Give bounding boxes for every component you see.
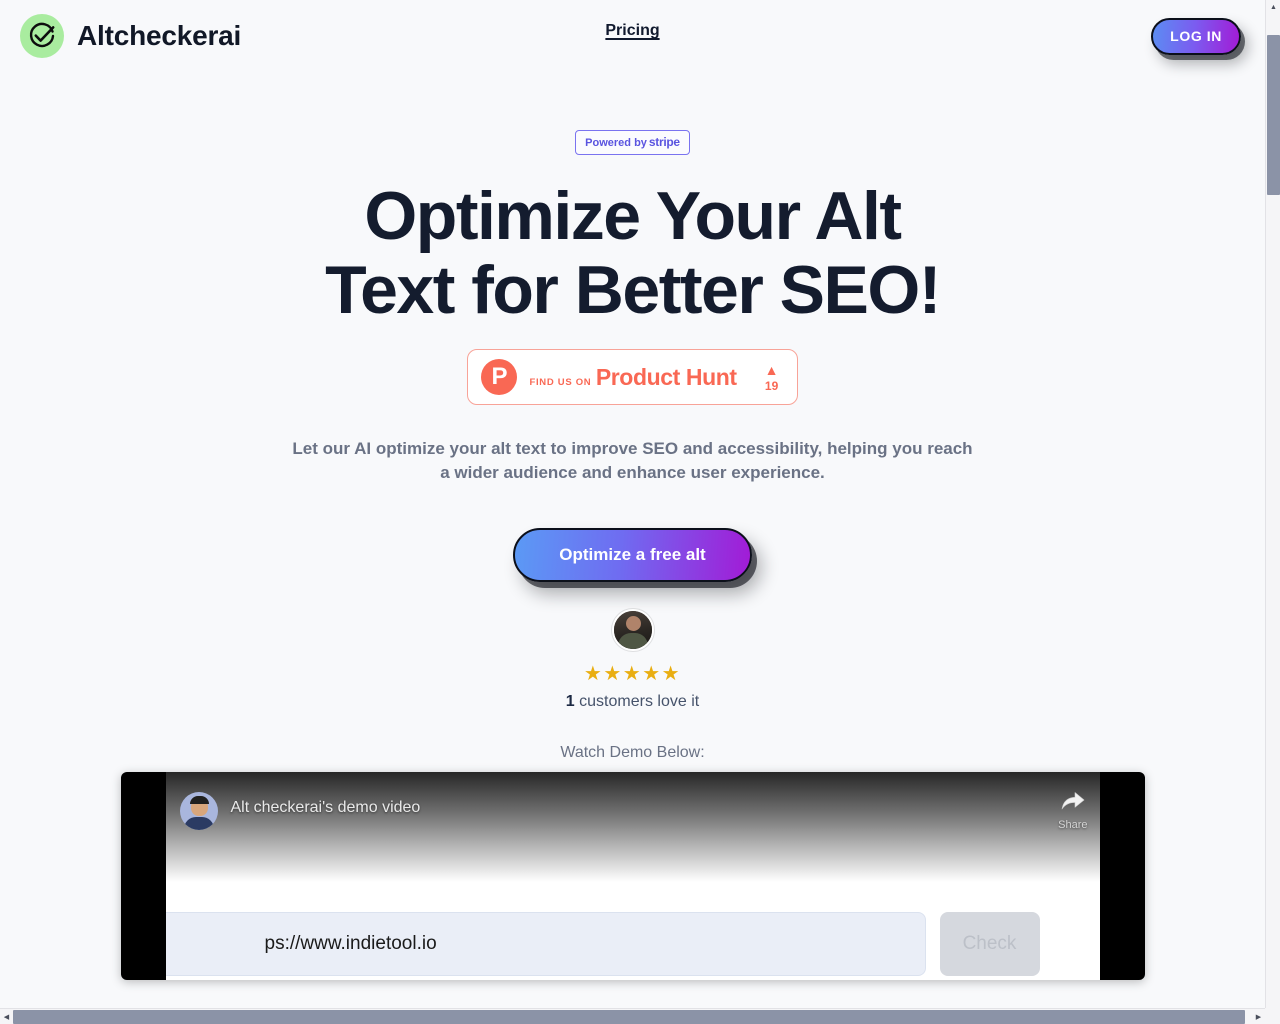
brand-name: Altcheckerai: [77, 20, 242, 51]
product-hunt-text: FIND US ON Product Hunt: [529, 363, 737, 390]
share-arrow-icon: [1060, 792, 1086, 816]
customer-count-caption: customers love it: [579, 693, 700, 711]
channel-avatar[interactable]: [179, 792, 218, 831]
header-actions: LOG IN: [1151, 17, 1245, 55]
watch-demo-label: Watch Demo Below:: [560, 744, 705, 762]
product-hunt-eyebrow: FIND US ON: [529, 376, 592, 388]
video-title-overlay: [165, 772, 1100, 883]
video-frame: Alt checkerai's demo video Share Check: [165, 772, 1100, 981]
avatar: [611, 609, 654, 652]
scroll-up-arrow-icon[interactable]: ▲: [1266, 0, 1280, 15]
circle-check-icon: [20, 14, 64, 58]
vertical-scrollbar-thumb[interactable]: [1267, 35, 1280, 195]
hero-subtitle: Let our AI optimize your alt text to imp…: [292, 439, 973, 483]
check-button[interactable]: Check: [939, 912, 1040, 977]
hero-section: Powered by stripe Optimize Your Alt Text …: [0, 72, 1265, 981]
horizontal-scrollbar-thumb[interactable]: [13, 1010, 1245, 1024]
stripe-badge-brand: stripe: [648, 135, 680, 149]
triangle-up-icon: ▲: [764, 361, 779, 378]
product-hunt-badge[interactable]: P FIND US ON Product Hunt ▲ 19: [467, 349, 798, 406]
social-proof: ★★★★★ 1 customers love it: [0, 609, 1265, 711]
scroll-right-arrow-icon[interactable]: ▶: [1252, 1009, 1265, 1024]
video-title[interactable]: Alt checkerai's demo video: [231, 799, 421, 817]
url-input[interactable]: [165, 912, 926, 977]
horizontal-scrollbar[interactable]: ◀ ▶: [0, 1008, 1265, 1024]
stripe-badge-prefix: Powered by: [585, 137, 647, 149]
product-hunt-logo-icon: P: [481, 359, 518, 396]
star-rating: ★★★★★: [583, 663, 682, 686]
page-title: Optimize Your Alt Text for Better SEO!: [325, 178, 941, 329]
scroll-left-arrow-icon[interactable]: ◀: [0, 1009, 13, 1024]
product-hunt-name: Product Hunt: [595, 363, 737, 390]
customer-count: 1: [565, 693, 575, 711]
demo-url-form: Check: [165, 912, 1100, 977]
powered-by-stripe-badge[interactable]: Powered by stripe: [575, 130, 690, 155]
product-hunt-upvotes[interactable]: ▲ 19: [765, 363, 779, 392]
site-header: Altcheckerai Pricing LOG IN: [0, 0, 1265, 72]
login-button[interactable]: LOG IN: [1151, 17, 1241, 55]
brand-logo[interactable]: Altcheckerai: [20, 14, 241, 58]
upvote-count: 19: [764, 378, 779, 393]
optimize-free-alt-button[interactable]: Optimize a free alt: [513, 528, 752, 583]
page-viewport: Altcheckerai Pricing LOG IN Powered by st…: [0, 0, 1265, 1008]
vertical-scrollbar[interactable]: ▲ ▼: [1265, 0, 1280, 1024]
nav-link-pricing[interactable]: Pricing: [605, 22, 659, 40]
scrollbar-corner: [1265, 1008, 1280, 1024]
share-label: Share: [1058, 819, 1088, 832]
demo-video-player[interactable]: Alt checkerai's demo video Share Check: [120, 772, 1145, 981]
share-button[interactable]: Share: [1058, 790, 1088, 832]
customer-count-text: 1 customers love it: [0, 693, 1265, 711]
